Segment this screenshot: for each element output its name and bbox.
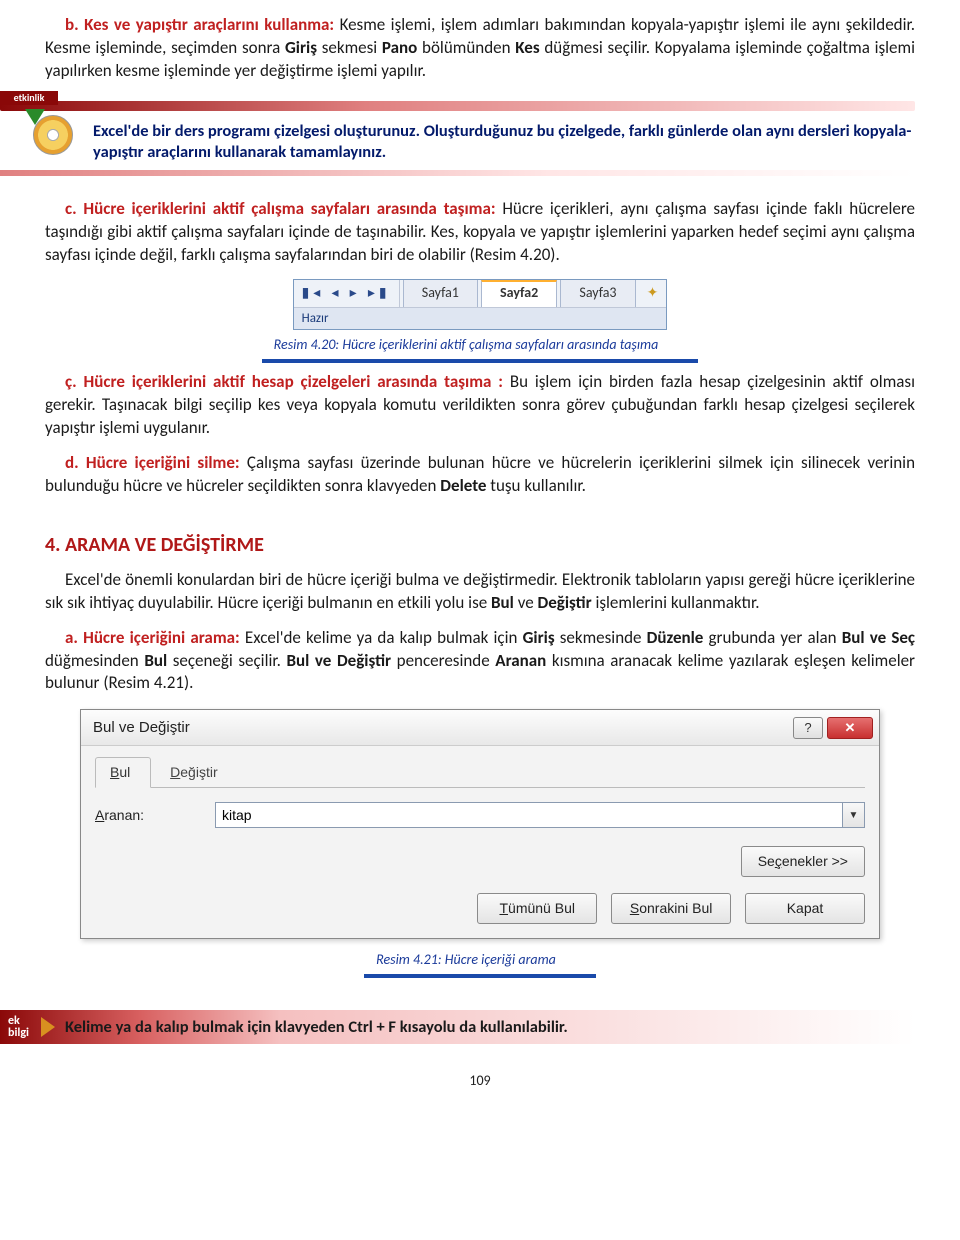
help-button[interactable]: ? xyxy=(793,717,823,739)
sheet-tab-2[interactable]: Sayfa2 xyxy=(481,280,557,307)
search-label: Aranan: xyxy=(95,806,215,825)
ek-bilgi-text: Kelime ya da kalıp bulmak için klavyeden… xyxy=(65,1016,568,1038)
etkinlik-tag: etkinlik xyxy=(0,91,58,105)
find-replace-dialog: Bul ve Değiştir ? ✕ Bul Değiştir Aranan:… xyxy=(80,709,880,939)
ek-bilgi-block: ekbilgi Kelime ya da kalıp bulmak için k… xyxy=(0,1010,915,1044)
new-sheet-icon[interactable]: ✦ xyxy=(639,280,667,307)
dropdown-arrow-icon[interactable]: ▼ xyxy=(843,802,865,828)
cd-icon xyxy=(25,109,75,159)
find-all-button[interactable]: Tümünü Bul xyxy=(477,893,597,924)
gradient-bar-2 xyxy=(0,170,915,176)
etkinlik-text: Excel'de bir ders programı çizelgesi olu… xyxy=(93,111,915,164)
gradient-bar xyxy=(0,101,915,111)
close-dialog-button[interactable]: Kapat xyxy=(745,893,865,924)
tab-replace[interactable]: Değiştir xyxy=(155,757,238,787)
paragraph-c: c. Hücre içeriklerini aktif çalışma sayf… xyxy=(45,198,915,267)
figure-4-20: ▮◂ ◂ ▸ ▸▮ Sayfa1 Sayfa2 Sayfa3 ✦ Hazır R… xyxy=(45,279,915,364)
etkinlik-block: etkinlik Excel'de bir ders programı çize… xyxy=(45,101,915,176)
search-input[interactable] xyxy=(215,802,843,828)
find-next-button[interactable]: Sonrakini Bul xyxy=(611,893,731,924)
section-4-heading: 4. ARAMA VE DEĞİŞTİRME xyxy=(45,532,915,559)
caption-4-20: Resim 4.20: Hücre içeriklerini aktif çal… xyxy=(262,332,699,363)
section-4-intro: Excel'de önemli konulardan biri de hücre… xyxy=(45,569,915,615)
figure-4-21: Bul ve Değiştir ? ✕ Bul Değiştir Aranan:… xyxy=(80,709,880,978)
dialog-titlebar[interactable]: Bul ve Değiştir ? ✕ xyxy=(81,710,879,746)
sheet-tab-1[interactable]: Sayfa1 xyxy=(403,280,478,307)
lead-d: d. Hücre içeriğini silme: xyxy=(65,452,240,473)
lead-b: b. Kes ve yapıştır araçlarını kullanma: xyxy=(65,14,334,35)
sheet-tab-3[interactable]: Sayfa3 xyxy=(560,280,635,307)
dialog-title: Bul ve Değiştir xyxy=(93,718,789,738)
paragraph-b: b. Kes ve yapıştır araçlarını kullanma: … xyxy=(45,14,915,83)
sheet-nav-buttons[interactable]: ▮◂ ◂ ▸ ▸▮ xyxy=(294,280,400,307)
paragraph-cc: ç. Hücre içeriklerini aktif hesap çizelg… xyxy=(45,371,915,440)
paragraph-d: d. Hücre içeriğini silme: Çalışma sayfas… xyxy=(45,452,915,498)
lead-cc: ç. Hücre içeriklerini aktif hesap çizelg… xyxy=(65,371,503,392)
lead-a2: a. Hücre içeriğini arama: xyxy=(65,627,240,648)
dialog-button-row: Tümünü Bul Sonrakini Bul Kapat xyxy=(95,893,865,924)
status-bar: Hazır xyxy=(294,307,667,330)
lead-c: c. Hücre içeriklerini aktif çalışma sayf… xyxy=(65,198,496,219)
ek-bilgi-tag: ekbilgi xyxy=(0,1011,37,1043)
search-row: Aranan: ▼ xyxy=(95,802,865,828)
page-number: 109 xyxy=(45,1072,915,1091)
chevron-right-icon xyxy=(41,1017,55,1037)
sheet-tab-bar: ▮◂ ◂ ▸ ▸▮ Sayfa1 Sayfa2 Sayfa3 ✦ Hazır xyxy=(293,279,668,331)
options-button[interactable]: Seçenekler >> xyxy=(741,846,865,877)
tab-find[interactable]: Bul xyxy=(95,757,151,788)
caption-4-21: Resim 4.21: Hücre içeriği arama xyxy=(364,947,596,978)
paragraph-a2: a. Hücre içeriğini arama: Excel'de kelim… xyxy=(45,627,915,696)
dialog-tabs: Bul Değiştir xyxy=(95,756,865,788)
close-button[interactable]: ✕ xyxy=(827,717,873,739)
